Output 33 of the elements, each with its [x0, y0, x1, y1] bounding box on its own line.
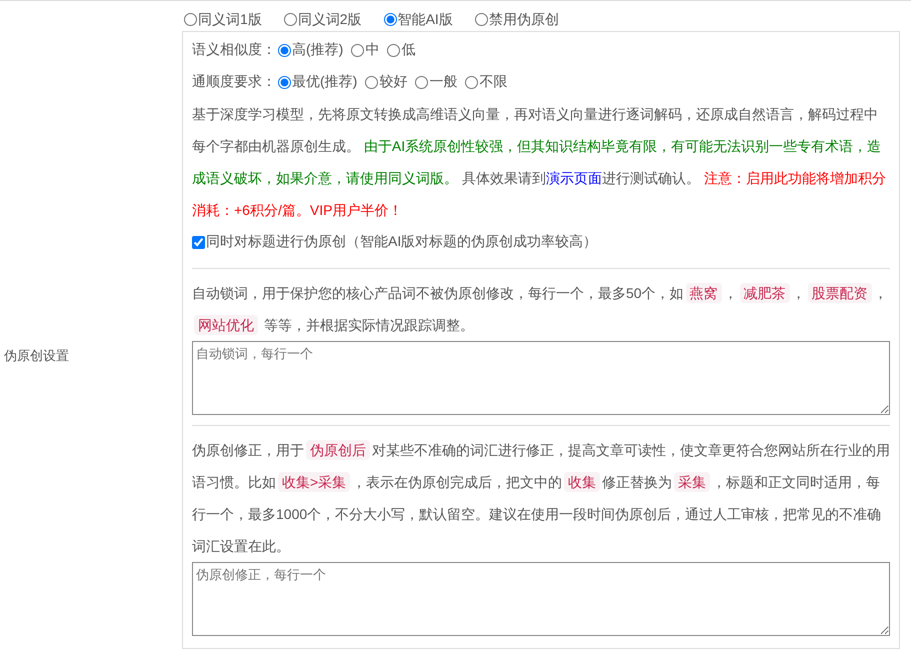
- option-label: 一般: [429, 73, 458, 91]
- similarity-label: 语义相似度：: [192, 41, 276, 59]
- option-label: 禁用伪原创: [488, 10, 559, 28]
- checkbox[interactable]: [192, 236, 205, 248]
- radio-button[interactable]: [387, 44, 400, 56]
- correction-description: 伪原创修正，用于 伪原创后 对某些不准确的词汇进行修正，提高文章可读性，使文章更符合您网站所在行业的用语习惯。比如 收集>采集 ，表示在伪原创完成后，把文中的 收集 修正替换为 采集 ，标题和正文同时适用，每行一个，最多1000个，不分大小写，默认留空。建议在使用一段时间伪原创后，通过人工审核，把常见的不准确词汇设置在此。: [192, 439, 890, 556]
- radio-button[interactable]: [278, 44, 291, 56]
- option-label: 低: [401, 41, 416, 59]
- option-label: 不限: [479, 73, 508, 91]
- option-label: 高(推荐): [292, 41, 344, 59]
- option-label: 同义词2版: [298, 10, 362, 28]
- lock-words-field[interactable]: 自动锁词，每行一个: [192, 341, 890, 415]
- radio-button[interactable]: [284, 13, 297, 26]
- title-option-label: 同时对标题进行伪原创（智能AI版对标题的伪原创成功率较高）: [206, 233, 598, 251]
- radio-button[interactable]: [184, 13, 197, 26]
- option-label: 同义词1版: [198, 10, 262, 28]
- lock-words-description: 自动锁词，用于保护您的核心产品词不被伪原创修改，每行一个，最多50个，如 燕窝 ， 减肥茶 ， 股票配资 ， 网站优化 等等，并根据实际情况跟踪调整。: [192, 282, 889, 337]
- option-label: 智能AI版: [398, 10, 453, 28]
- radio-button[interactable]: [384, 13, 397, 26]
- radio-button[interactable]: [351, 44, 364, 56]
- radio-button[interactable]: [474, 13, 488, 26]
- fluency-label: 通顺度要求：: [192, 73, 276, 91]
- option-label: 较好: [379, 73, 408, 91]
- option-label: 中: [365, 41, 380, 59]
- description-text: 基于深度学习模型，先将原文转换成高维语义向量，再对语义向量进行逐词解码，还原成自然语言，解码过程中每个字都由机器原创生成。 由于AI系统原创性较强，但其知识结构毕竟有限，有可能无法识别一些专有术语，造成语义破坏，如果介意，请使用同义词版。 具体效果请到演示页面进行测试确认。 注意：启用此功能将增加积分消耗：+6积分/篇。VIP用户半价！: [192, 105, 887, 220]
- radio-button[interactable]: [415, 76, 428, 88]
- demo-page-link[interactable]: 演示页面: [546, 170, 602, 186]
- correction-field[interactable]: 伪原创修正，每行一个: [192, 562, 890, 636]
- option-label: 最优(推荐): [292, 73, 358, 91]
- radio-button[interactable]: [465, 76, 478, 88]
- radio-button[interactable]: [278, 76, 291, 88]
- settings-label: 伪原创设置: [3, 347, 70, 365]
- radio-button[interactable]: [365, 76, 378, 88]
